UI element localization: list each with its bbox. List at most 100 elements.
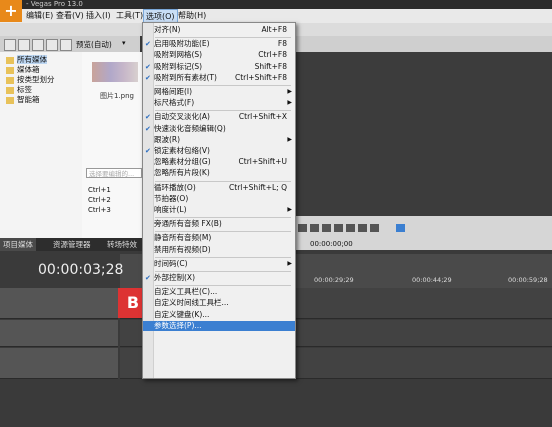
menu-insert[interactable]: 插入(I) [84, 9, 113, 23]
tree-item-bins[interactable]: 媒体箱 [6, 65, 40, 75]
next-frame-button[interactable] [370, 224, 379, 232]
chevron-down-icon[interactable]: ▾ [122, 39, 126, 47]
preview-toolbar [292, 36, 552, 52]
menu-item-label: 吸附到网格(S) [154, 50, 203, 60]
ruler-label: 00:00:29;29 [314, 276, 354, 284]
tab-transitions[interactable]: 转场特效 [104, 238, 140, 251]
tree-item-all-media[interactable]: 所有媒体 [6, 55, 47, 65]
menu-item-shortcut: Alt+F8 [261, 25, 287, 34]
options-menu-item[interactable]: ✔ 快速淡化音频编辑(Q) [143, 124, 295, 134]
tab-project-media[interactable]: 项目媒体 [0, 238, 36, 251]
options-menu-item[interactable]: 参数选择(P)... [143, 320, 295, 331]
menu-item-label: 跟波(R) [154, 134, 181, 144]
menu-options[interactable]: 选项(O) [143, 9, 178, 23]
folder-icon[interactable] [18, 39, 30, 51]
menu-item-label: 响度计(L) [154, 205, 187, 214]
menu-item-label: 自定义时间线工具栏... [154, 298, 229, 308]
video-track-header[interactable] [0, 320, 118, 347]
menu-item-shortcut: Ctrl+Shift+L; Q [229, 182, 287, 192]
options-menu-item[interactable]: 静音所有音频(M) [143, 233, 295, 243]
menu-item-label: 忽略素材分组(G) [154, 157, 211, 167]
menu-item-label: 快速淡化音频编辑(Q) [154, 123, 226, 133]
menu-item-shortcut: Shift+F8 [254, 61, 287, 71]
filter-input[interactable]: 选择要编辑的... [86, 168, 142, 178]
app-logo-icon[interactable]: + [0, 0, 22, 22]
options-menu-item[interactable]: ✔ 外部控制(X) [143, 273, 295, 283]
menu-item-shortcut: F8 [277, 39, 287, 49]
menu-item-label: 节拍器(O) [154, 193, 189, 203]
options-menu-item[interactable]: 禁用所有视频(D) [143, 245, 295, 255]
options-menu-item[interactable]: ✔ 吸附到所有素材(T) Ctrl+Shift+F8 [143, 73, 295, 83]
explorer-tabs: 项目媒体 资源管理器 转场特效 [0, 238, 142, 251]
ruler-label: 00:00:44;29 [412, 276, 452, 284]
options-menu-item[interactable]: 节拍器(O) [143, 194, 295, 204]
options-menu-item[interactable]: 吸附到网格(S) Ctrl+F8 [143, 50, 295, 60]
transport-timecode: 00:00:00;00 [310, 240, 353, 248]
disc-icon[interactable] [60, 39, 72, 51]
record-button[interactable] [298, 224, 307, 232]
tree-item-tags[interactable]: 标签 [6, 85, 32, 95]
options-menu-item[interactable]: 标尺格式(F) ▶ [143, 98, 295, 108]
options-menu-item[interactable]: ✔ 锁定素材包络(V) [143, 146, 295, 156]
submenu-arrow-icon: ▶ [287, 259, 292, 267]
menu-item-label: 自动交叉淡化(A) [154, 112, 210, 122]
menu-view[interactable]: 查看(V) [54, 9, 86, 23]
folder-icon [6, 96, 14, 104]
options-menu-item[interactable]: ✔ 启用吸附功能(E) F8 [143, 39, 295, 49]
options-menu-item[interactable]: 网格间距(I) ▶ [143, 87, 295, 97]
options-menu-item[interactable]: 旁通所有音频 FX(B) [143, 219, 295, 229]
menu-item-label: 锁定素材包络(V) [154, 146, 210, 155]
folder-icon [6, 66, 14, 74]
menu-item-label: 循环播放(O) [154, 182, 196, 192]
tab-explorer[interactable]: 资源管理器 [50, 238, 94, 251]
snap-button[interactable] [396, 224, 405, 232]
tree-item-smart-bins[interactable]: 智能箱 [6, 95, 40, 105]
options-menu-item[interactable]: 忽略所有片段(K) [143, 168, 295, 178]
explorer-toolbar: 预览(自动) ▾ [0, 36, 140, 52]
media-file-name: 图片1.png [100, 92, 135, 100]
folder-icon [6, 86, 14, 94]
options-menu-item[interactable]: 自定义时间线工具栏... [143, 298, 295, 308]
options-menu-item[interactable]: 循环播放(O) Ctrl+Shift+L; Q [143, 183, 295, 193]
folder-icon [6, 56, 14, 64]
shortcut-label: Ctrl+3 [88, 206, 111, 214]
menu-item-label: 启用吸附功能(E) [154, 39, 210, 49]
options-menu-item[interactable]: 响度计(L) ▶ [143, 205, 295, 215]
options-menu-item[interactable]: ✔ 自动交叉淡化(A) Ctrl+Shift+X [143, 112, 295, 122]
stop-button[interactable] [346, 224, 355, 232]
menu-item-label: 吸附到标记(S) [154, 61, 203, 71]
media-thumbnail[interactable] [92, 62, 138, 82]
check-icon: ✔ [145, 147, 151, 155]
options-menu-item[interactable]: 自定义键盘(K)... [143, 310, 295, 320]
preview-window [292, 36, 552, 216]
menu-edit[interactable]: 编辑(E) [24, 9, 55, 23]
menu-item-label: 网格间距(I) [154, 87, 193, 96]
menu-item-shortcut: Ctrl+Shift+U [238, 157, 287, 167]
options-menu: 对齐(N) Alt+F8 ✔ 启用吸附功能(E) F8 吸附到网格(S) Ctrl+F8 ✔ 吸… [142, 22, 296, 379]
prev-frame-button[interactable] [358, 224, 367, 232]
menu-separator [155, 180, 291, 182]
back-icon[interactable] [4, 39, 16, 51]
record-icon[interactable] [46, 39, 58, 51]
menu-tools[interactable]: 工具(T) [114, 9, 145, 23]
menu-help[interactable]: 帮助(H) [176, 9, 208, 23]
monitor-icon[interactable] [32, 39, 44, 51]
timeline-timecode: 00:00:03;28 [38, 262, 124, 278]
submenu-arrow-icon: ▶ [287, 88, 292, 95]
play-button[interactable] [322, 224, 331, 232]
loop-button[interactable] [310, 224, 319, 232]
tree-item-by-type[interactable]: 按类型划分 [6, 75, 55, 85]
video-track-header[interactable] [0, 288, 118, 319]
pause-button[interactable] [334, 224, 343, 232]
options-menu-item[interactable]: 对齐(N) Alt+F8 [143, 25, 295, 35]
options-menu-item[interactable]: 跟波(R) ▶ [143, 135, 295, 145]
options-menu-item[interactable]: 自定义工具栏(C)... [143, 287, 295, 297]
options-menu-item[interactable]: 忽略素材分组(G) Ctrl+Shift+U [143, 157, 295, 167]
check-icon: ✔ [145, 274, 151, 282]
menu-item-label: 禁用所有视频(D) [154, 244, 211, 254]
options-menu-item[interactable]: 时间码(C) ▶ [143, 259, 295, 269]
options-menu-item[interactable]: ✔ 吸附到标记(S) Shift+F8 [143, 62, 295, 72]
menu-separator [155, 271, 291, 272]
audio-track-header[interactable] [0, 348, 118, 379]
view-dropdown[interactable]: 预览(自动) [76, 39, 112, 50]
